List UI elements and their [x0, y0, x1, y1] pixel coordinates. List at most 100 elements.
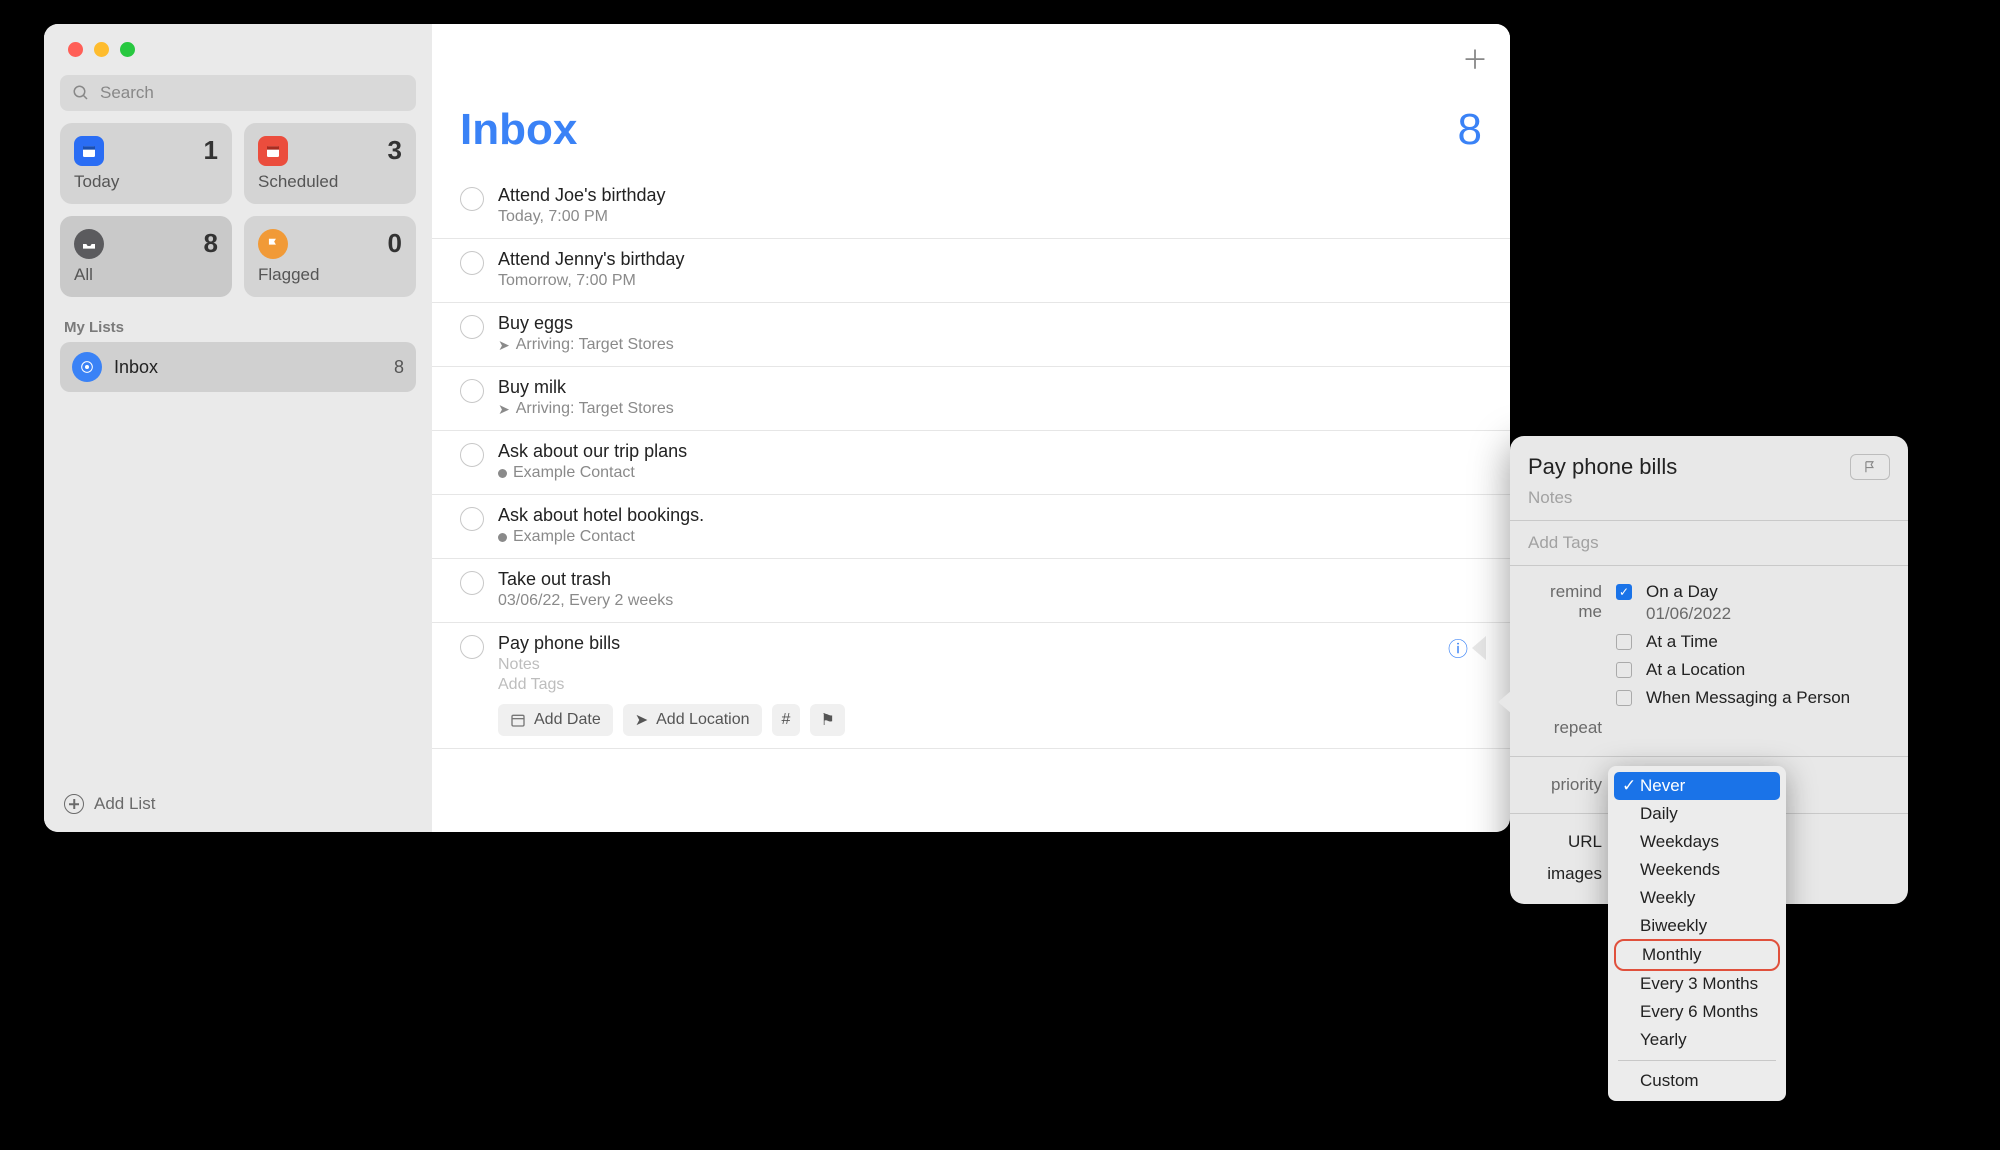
menu-item-yearly[interactable]: Yearly — [1614, 1026, 1780, 1054]
scheduled-label: Scheduled — [258, 172, 402, 192]
search-icon — [72, 84, 90, 102]
reminder-title: Attend Jenny's birthday — [498, 249, 1490, 270]
menu-item-weekly[interactable]: Weekly — [1614, 884, 1780, 912]
reminder-item-selected[interactable]: Pay phone bills Notes Add Tags Add Date … — [432, 623, 1510, 749]
add-date-button[interactable]: Add Date — [498, 704, 613, 736]
window-controls — [60, 24, 416, 71]
reminder-item[interactable]: Attend Jenny's birthday Tomorrow, 7:00 P… — [432, 239, 1510, 303]
add-tag-button[interactable]: # — [772, 704, 801, 736]
search-field — [60, 75, 416, 111]
today-label: Today — [74, 172, 218, 192]
flag-toggle[interactable] — [1850, 454, 1890, 480]
close-icon[interactable] — [68, 42, 83, 57]
add-list-label: Add List — [94, 794, 155, 814]
remind-on-day-row: remind me ✓ On a Day 01/06/2022 — [1528, 578, 1890, 628]
repeat-dropdown[interactable]: Never Daily Weekdays Weekends Weekly Biw… — [1608, 766, 1786, 1101]
toolbar: ＋ — [432, 24, 1510, 77]
complete-toggle[interactable] — [460, 443, 484, 467]
inspector-title[interactable]: Pay phone bills — [1528, 454, 1677, 480]
remind-messaging-row: When Messaging a Person — [1528, 684, 1890, 712]
notes-placeholder[interactable]: Notes — [498, 656, 1490, 674]
reminder-item[interactable]: Buy eggs ➤Arriving: Target Stores — [432, 303, 1510, 367]
menu-item-never[interactable]: Never — [1614, 772, 1780, 800]
reminder-item[interactable]: Ask about hotel bookings. Example Contac… — [432, 495, 1510, 559]
reminder-item[interactable]: Attend Joe's birthday Today, 7:00 PM — [432, 175, 1510, 239]
smart-scheduled[interactable]: 3 Scheduled — [244, 123, 416, 204]
new-reminder-button[interactable]: ＋ — [1462, 40, 1488, 77]
complete-toggle[interactable] — [460, 187, 484, 211]
sidebar: 1 Today 3 Scheduled 8 — [44, 24, 432, 832]
complete-toggle[interactable] — [460, 507, 484, 531]
page-title: Inbox — [460, 105, 577, 155]
reminders-window: 1 Today 3 Scheduled 8 — [44, 24, 1510, 832]
menu-item-daily[interactable]: Daily — [1614, 800, 1780, 828]
reminder-title: Buy eggs — [498, 313, 1490, 334]
smart-lists: 1 Today 3 Scheduled 8 — [60, 123, 416, 297]
menu-item-weekdays[interactable]: Weekdays — [1614, 828, 1780, 856]
complete-toggle[interactable] — [460, 251, 484, 275]
contact-icon — [498, 469, 507, 478]
reminder-title: Ask about our trip plans — [498, 441, 1490, 462]
add-flag-button[interactable]: ⚑ — [810, 704, 844, 736]
flag-icon — [1863, 460, 1877, 474]
reminder-title: Ask about hotel bookings. — [498, 505, 1490, 526]
calendar-icon — [74, 136, 104, 166]
messaging-checkbox[interactable] — [1616, 690, 1632, 706]
calendar-icon — [510, 712, 526, 728]
smart-all[interactable]: 8 All — [60, 216, 232, 297]
minimize-icon[interactable] — [94, 42, 109, 57]
reminder-item[interactable]: Ask about our trip plans Example Contact — [432, 431, 1510, 495]
menu-item-monthly[interactable]: Monthly — [1614, 939, 1780, 971]
smart-flagged[interactable]: 0 Flagged — [244, 216, 416, 297]
today-count: 1 — [204, 135, 218, 166]
inspector-notes[interactable]: Notes — [1528, 488, 1890, 508]
location-icon: ➤ — [498, 337, 510, 354]
menu-item-weekends[interactable]: Weekends — [1614, 856, 1780, 884]
add-location-button[interactable]: ➤ Add Location — [623, 704, 762, 736]
reminder-subtitle: Example Contact — [498, 528, 1490, 546]
reminder-subtitle: Today, 7:00 PM — [498, 208, 1490, 226]
list-header: Inbox 8 — [432, 77, 1510, 175]
inspector-tags[interactable]: Add Tags — [1528, 533, 1890, 553]
list-name: Inbox — [114, 357, 382, 378]
menu-item-every-3-months[interactable]: Every 3 Months — [1614, 970, 1780, 998]
complete-toggle[interactable] — [460, 315, 484, 339]
images-label: images — [1528, 864, 1602, 884]
remind-me-label: remind me — [1528, 582, 1602, 622]
list-item-inbox[interactable]: Inbox 8 — [60, 342, 416, 392]
at-location-checkbox[interactable] — [1616, 662, 1632, 678]
flagged-count: 0 — [388, 228, 402, 259]
menu-item-every-6-months[interactable]: Every 6 Months — [1614, 998, 1780, 1026]
all-label: All — [74, 265, 218, 285]
scheduled-count: 3 — [388, 135, 402, 166]
menu-item-custom[interactable]: Custom — [1614, 1067, 1780, 1095]
flag-icon: ⚑ — [820, 710, 834, 730]
complete-toggle[interactable] — [460, 379, 484, 403]
tags-placeholder[interactable]: Add Tags — [498, 676, 1490, 694]
complete-toggle[interactable] — [460, 571, 484, 595]
at-time-checkbox[interactable] — [1616, 634, 1632, 650]
at-time-label: At a Time — [1646, 632, 1890, 652]
zoom-icon[interactable] — [120, 42, 135, 57]
reminder-title: Attend Joe's birthday — [498, 185, 1490, 206]
reminder-title[interactable]: Pay phone bills — [498, 633, 1490, 654]
reminder-subtitle: ➤Arriving: Target Stores — [498, 336, 1490, 354]
hash-icon: # — [782, 711, 791, 729]
on-day-value[interactable]: 01/06/2022 — [1646, 604, 1890, 624]
reminder-item[interactable]: Buy milk ➤Arriving: Target Stores — [432, 367, 1510, 431]
plus-circle-icon — [64, 794, 84, 814]
contact-icon — [498, 533, 507, 542]
flag-icon — [258, 229, 288, 259]
complete-toggle[interactable] — [460, 635, 484, 659]
repeat-label: repeat — [1528, 718, 1602, 738]
flagged-label: Flagged — [258, 265, 402, 285]
add-list-button[interactable]: Add List — [60, 776, 416, 832]
smart-today[interactable]: 1 Today — [60, 123, 232, 204]
remind-at-time-row: At a Time — [1528, 628, 1890, 656]
on-day-checkbox[interactable]: ✓ — [1616, 584, 1632, 600]
reminder-item[interactable]: Take out trash 03/06/22, Every 2 weeks — [432, 559, 1510, 623]
info-button[interactable]: ⓘ — [1448, 633, 1486, 662]
scheduled-icon — [258, 136, 288, 166]
menu-item-biweekly[interactable]: Biweekly — [1614, 912, 1780, 940]
search-input[interactable] — [60, 75, 416, 111]
